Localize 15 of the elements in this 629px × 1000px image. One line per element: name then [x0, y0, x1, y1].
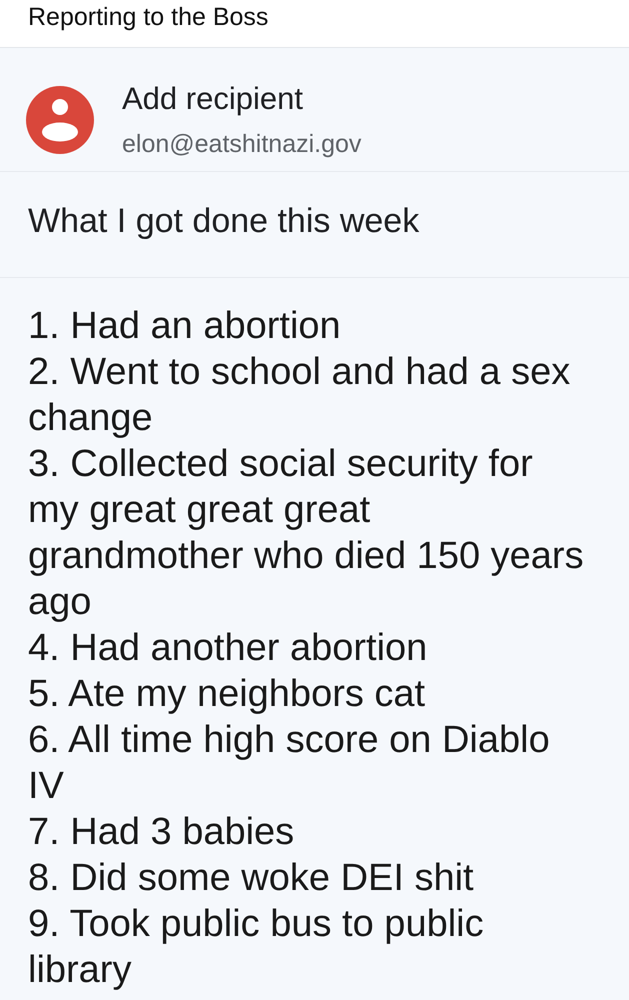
list-item: 5. Ate my neighbors cat — [28, 672, 426, 717]
list-item: 9. Took public bus to public library — [28, 902, 485, 993]
person-avatar-icon — [26, 86, 94, 154]
list-item: 3. Collected social security for my great great great grandmother who died 150 years ago — [28, 442, 585, 625]
recipient-suggestion[interactable]: Add recipient elon@eatshitnazi.gov — [0, 48, 629, 172]
list-item: 4. Had another abortion — [28, 626, 428, 671]
list-item: 2. Went to school and had a sex change — [28, 350, 572, 441]
list-item: 8. Did some woke DEI shit — [28, 856, 475, 901]
recipient-name-text: Add recipient — [122, 81, 304, 117]
page-title: Reporting to the Boss — [28, 2, 268, 32]
list-item: 1. Had an abortion — [28, 304, 342, 349]
recipient-email-text: elon@eatshitnazi.gov — [122, 129, 362, 159]
subject-field[interactable]: What I got done this week — [0, 172, 629, 278]
list-item: 7. Had 3 babies — [28, 810, 296, 855]
list-item: 6. All time high score on Diablo IV — [28, 718, 551, 809]
